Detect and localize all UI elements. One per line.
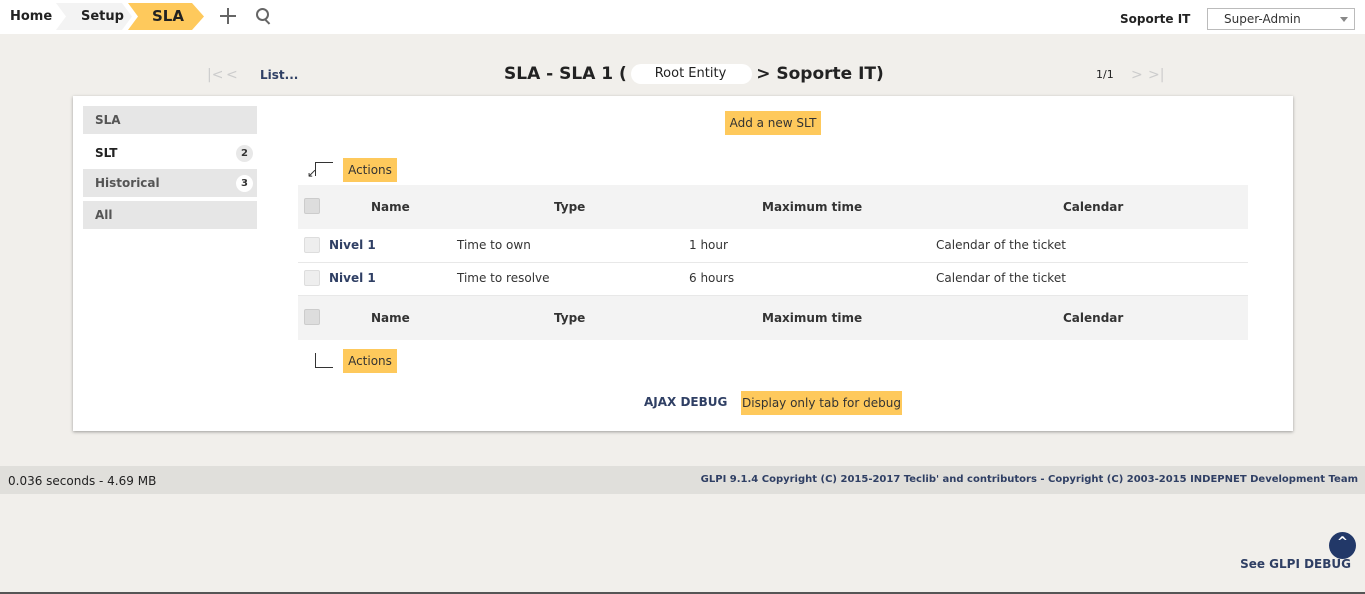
row-name-link[interactable]: Nivel 1 — [329, 229, 376, 262]
row-calendar: Calendar of the ticket — [936, 238, 1066, 252]
row-name-link[interactable]: Nivel 1 — [329, 262, 376, 295]
breadcrumb-setup[interactable]: Setup — [56, 3, 132, 30]
row-checkbox[interactable] — [304, 270, 320, 286]
footer-stats: 0.036 seconds - 4.69 MB — [8, 474, 157, 488]
profile-select[interactable]: Super-Admin — [1207, 8, 1355, 30]
table-header-top: Name Type Maximum time Calendar — [298, 185, 1248, 229]
arrow-down-icon: ↙ — [303, 159, 333, 180]
last-page-icon[interactable]: >| — [1148, 62, 1164, 88]
active-entity[interactable]: Soporte IT — [1120, 12, 1190, 26]
column-header-type[interactable]: Type — [554, 185, 585, 229]
arrow-up-icon — [303, 351, 333, 371]
tab-count-badge: 2 — [236, 145, 253, 162]
entity-pill: Root Entity — [630, 64, 753, 84]
main-panel: SLA SLT 2 Historical 3 All Add a new SLT… — [73, 96, 1293, 431]
row-calendar: Calendar of the ticket — [936, 271, 1066, 285]
profile-value: Super-Admin — [1224, 12, 1301, 26]
tab-label: SLT — [95, 146, 118, 160]
actions-button-bottom[interactable]: Actions — [343, 349, 397, 373]
prev-page-icon[interactable]: < — [226, 62, 238, 88]
page-counter: 1/1 — [1096, 68, 1114, 81]
plus-icon[interactable] — [217, 5, 239, 27]
row-max-time: 1 hour — [689, 238, 728, 252]
column-header-name[interactable]: Name — [371, 185, 410, 229]
add-slt-button[interactable]: Add a new SLT — [725, 111, 821, 135]
footer-copyright[interactable]: GLPI 9.1.4 Copyright (C) 2015-2017 Tecli… — [701, 474, 1358, 485]
row-type: Time to resolve — [457, 271, 550, 285]
search-icon[interactable] — [253, 5, 275, 27]
column-header-name[interactable]: Name — [371, 296, 410, 340]
ajax-debug-link[interactable]: AJAX DEBUG — [644, 395, 727, 409]
row-max-time: 6 hours — [689, 271, 735, 285]
column-header-calendar[interactable]: Calendar — [1063, 185, 1123, 229]
column-header-max-time[interactable]: Maximum time — [762, 185, 862, 229]
display-only-tab-button[interactable]: Display only tab for debug — [741, 391, 902, 415]
tab-slt[interactable]: SLT 2 — [83, 139, 257, 167]
row-type: Time to own — [457, 238, 531, 252]
select-all-checkbox[interactable] — [304, 198, 320, 214]
tab-label: All — [95, 208, 113, 222]
first-page-icon[interactable]: |< — [207, 62, 223, 88]
table-row: Nivel 1 Time to own 1 hour Calendar of t… — [298, 229, 1248, 263]
select-all-checkbox[interactable] — [304, 309, 320, 325]
next-page-icon[interactable]: > — [1131, 62, 1143, 88]
tab-historical[interactable]: Historical 3 — [83, 169, 257, 197]
title-prefix: SLA - SLA 1 ( — [504, 64, 627, 84]
page-title: SLA - SLA 1 ( Root Entity > Soporte IT) — [504, 64, 884, 84]
tab-all[interactable]: All — [83, 201, 257, 229]
list-link[interactable]: List... — [260, 62, 298, 88]
tab-count-badge: 3 — [236, 175, 253, 192]
table-header-bottom: Name Type Maximum time Calendar — [298, 296, 1248, 340]
footer: 0.036 seconds - 4.69 MB GLPI 9.1.4 Copyr… — [0, 466, 1365, 494]
breadcrumb-current[interactable]: SLA — [128, 3, 204, 30]
top-bar: Home Setup SLA Soporte IT Super-Admin — [0, 0, 1365, 34]
see-glpi-debug-link[interactable]: See GLPI DEBUG — [1240, 557, 1351, 571]
back-to-top-button[interactable]: ^ — [1329, 532, 1356, 559]
actions-button-top[interactable]: Actions — [343, 158, 397, 182]
tab-sla[interactable]: SLA — [83, 106, 257, 134]
row-checkbox[interactable] — [304, 237, 320, 253]
tab-label: Historical — [95, 176, 160, 190]
column-header-type[interactable]: Type — [554, 296, 585, 340]
tab-label: SLA — [95, 113, 121, 127]
column-header-calendar[interactable]: Calendar — [1063, 296, 1123, 340]
breadcrumb-home[interactable]: Home — [0, 3, 58, 30]
chevron-down-icon — [1340, 17, 1348, 22]
title-suffix: > Soporte IT) — [756, 64, 884, 84]
column-header-max-time[interactable]: Maximum time — [762, 296, 862, 340]
table-row: Nivel 1 Time to resolve 6 hours Calendar… — [298, 262, 1248, 296]
